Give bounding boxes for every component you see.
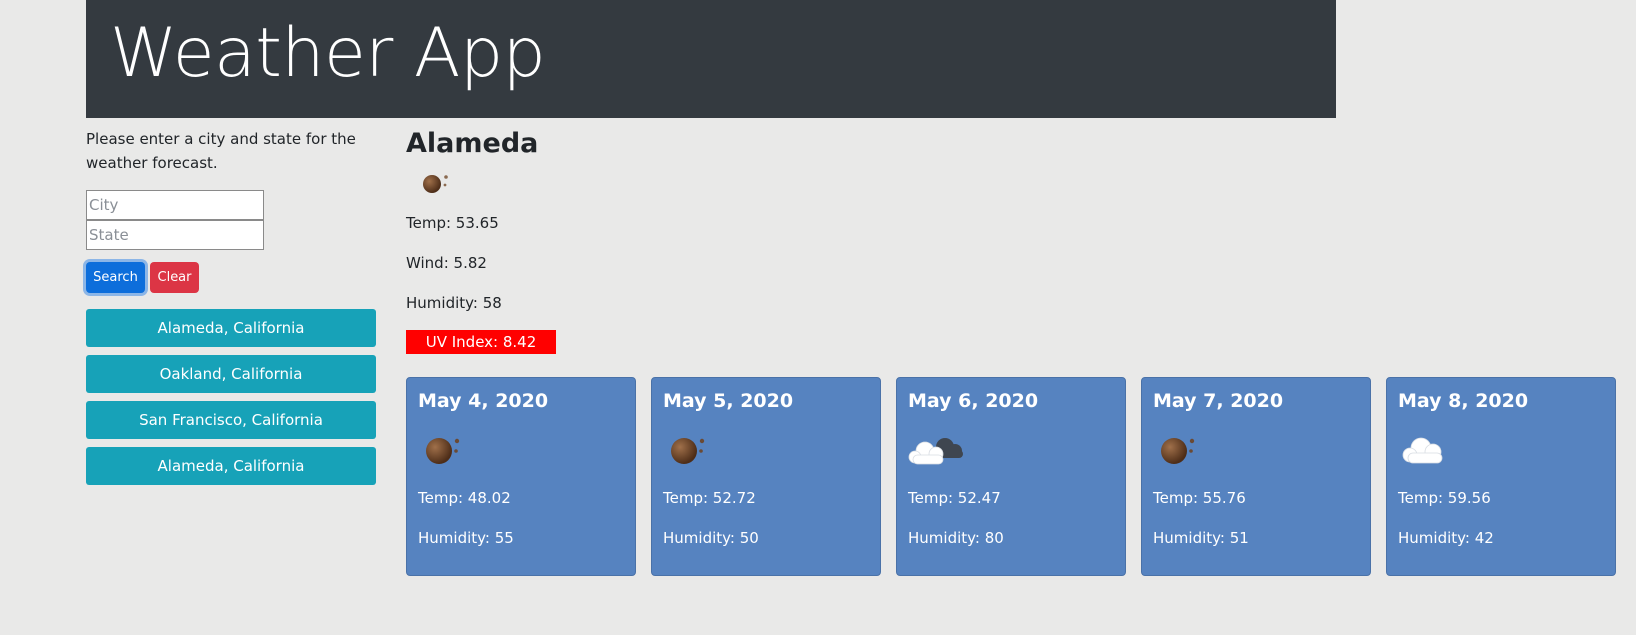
forecast-temp: Temp: 48.02	[418, 489, 511, 507]
forecast-temp: Temp: 59.56	[1398, 489, 1491, 507]
forecast-humidity: Humidity: 51	[1153, 529, 1249, 547]
forecast-date: May 8, 2020	[1398, 390, 1529, 412]
forecast-date: May 7, 2020	[1153, 390, 1284, 412]
forecast-date: May 5, 2020	[663, 390, 794, 412]
current-temp: Temp: 53.65	[406, 214, 499, 232]
cloud-icon	[1397, 430, 1461, 470]
clear-button[interactable]: Clear	[150, 262, 199, 293]
forecast-humidity: Humidity: 80	[908, 529, 1004, 547]
search-form	[86, 190, 264, 250]
forecast-date: May 6, 2020	[908, 390, 1039, 412]
state-input[interactable]	[86, 220, 264, 250]
forecast-temp: Temp: 55.76	[1153, 489, 1246, 507]
five-day-forecast: May 4, 2020 Temp: 48.02 Humidity: 55 May…	[406, 377, 1616, 577]
history-item[interactable]: Oakland, California	[86, 355, 376, 393]
forecast-humidity: Humidity: 50	[663, 529, 759, 547]
search-actions: Search Clear	[86, 262, 376, 294]
clear-sky-moon-icon	[668, 430, 732, 470]
clear-sky-moon-icon	[418, 167, 458, 201]
forecast-date: May 4, 2020	[418, 390, 549, 412]
search-history: Alameda, California Oakland, California …	[86, 309, 376, 485]
current-humidity: Humidity: 58	[406, 294, 502, 312]
history-item[interactable]: Alameda, California	[86, 447, 376, 485]
uv-index-badge: UV Index: 8.42	[406, 330, 556, 354]
forecast-card: May 5, 2020 Temp: 52.72 Humidity: 50	[651, 377, 881, 576]
forecast-humidity: Humidity: 55	[418, 529, 514, 547]
search-instructions: Please enter a city and state for the we…	[86, 130, 356, 172]
app-title: Weather App	[110, 14, 546, 93]
current-weather: Alameda Temp: 53.65 Wind: 5.82 Humidity:…	[406, 127, 556, 354]
clear-sky-moon-icon	[423, 430, 487, 470]
forecast-card: May 6, 2020 Temp: 52.47 Humidity: 80	[896, 377, 1126, 576]
forecast-temp: Temp: 52.47	[908, 489, 1001, 507]
forecast-temp: Temp: 52.72	[663, 489, 756, 507]
history-item[interactable]: San Francisco, California	[86, 401, 376, 439]
current-city-name: Alameda	[406, 128, 539, 159]
forecast-card: May 4, 2020 Temp: 48.02 Humidity: 55	[406, 377, 636, 576]
broken-clouds-icon	[905, 430, 969, 470]
current-wind: Wind: 5.82	[406, 254, 487, 272]
forecast-card: May 8, 2020 Temp: 59.56 Humidity: 42	[1386, 377, 1616, 576]
clear-sky-moon-icon	[1158, 430, 1222, 470]
sidebar: Please enter a city and state for the we…	[86, 127, 376, 493]
forecast-humidity: Humidity: 42	[1398, 529, 1494, 547]
app-header: Weather App	[86, 0, 1336, 118]
city-input[interactable]	[86, 190, 264, 220]
search-button[interactable]: Search	[86, 262, 145, 293]
history-item[interactable]: Alameda, California	[86, 309, 376, 347]
forecast-card: May 7, 2020 Temp: 55.76 Humidity: 51	[1141, 377, 1371, 576]
